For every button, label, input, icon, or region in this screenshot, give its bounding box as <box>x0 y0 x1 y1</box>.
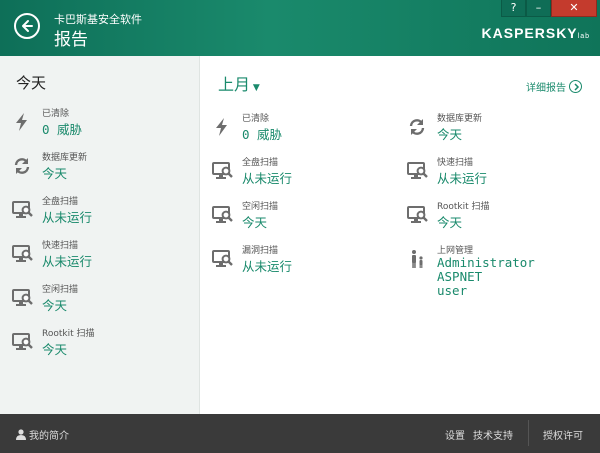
stat-value: 今天 <box>42 298 68 313</box>
period-dropdown[interactable]: 上月 ▼ <box>218 71 260 95</box>
scan-monitor-icon <box>12 200 34 220</box>
account-name: ASPNET <box>437 269 483 284</box>
scan-monitor-icon <box>212 161 234 181</box>
scan-monitor-icon <box>12 244 34 264</box>
lightning-icon <box>12 112 34 132</box>
stat-value: 今天 <box>42 166 68 181</box>
my-profile-label: 我的简介 <box>29 431 69 442</box>
stat-label: 已清除 <box>42 109 70 119</box>
stat-value: 从未运行 <box>42 254 93 269</box>
help-button[interactable]: ? <box>501 0 526 17</box>
stat-value: 0 威胁 <box>242 127 283 142</box>
detailed-report-link[interactable]: 详细报告 <box>526 78 582 94</box>
stat-value: 从未运行 <box>437 171 488 186</box>
stat-value: 从未运行 <box>242 259 293 274</box>
my-profile-link[interactable]: 我的简介 <box>16 427 69 442</box>
scan-monitor-icon <box>212 249 234 269</box>
stat-label: 快速扫描 <box>42 241 79 251</box>
today-panel: 今天 <box>0 56 200 414</box>
kaspersky-logo: KASPERSKYlab <box>482 25 590 41</box>
stat-label: 快速扫描 <box>437 158 474 168</box>
footer-divider <box>528 420 529 446</box>
account-name: user <box>437 283 468 298</box>
brand-suffix: lab <box>577 33 590 40</box>
stat-label: Rootkit 扫描 <box>42 329 95 339</box>
stat-label: 数据库更新 <box>437 114 483 124</box>
stat-value: 今天 <box>42 342 68 357</box>
lightning-icon <box>212 117 234 137</box>
stat-label: Rootkit 扫描 <box>437 202 490 212</box>
period-label: 上月 <box>218 75 251 94</box>
page-title: 报告 <box>54 30 88 50</box>
detailed-report-label: 详细报告 <box>526 83 566 94</box>
support-link[interactable]: 技术支持 <box>473 427 513 442</box>
today-title: 今天 <box>16 74 47 92</box>
brand-text: KASPERSKY <box>481 25 578 41</box>
title-bar: 卡巴斯基安全软件 报告 KASPERSKYlab ? – ✕ <box>0 0 600 56</box>
stat-label: 数据库更新 <box>42 153 88 163</box>
chevron-right-icon <box>569 80 582 93</box>
stat-value: 今天 <box>437 127 463 142</box>
window-controls: ? – ✕ <box>501 0 597 17</box>
stat-label: 空闲扫描 <box>242 202 279 212</box>
stat-label: 全盘扫描 <box>242 158 279 168</box>
scan-monitor-icon <box>12 288 34 308</box>
stat-label: 空闲扫描 <box>42 285 79 295</box>
chevron-down-icon: ▼ <box>250 83 260 93</box>
stat-value: 从未运行 <box>42 210 93 225</box>
close-button[interactable]: ✕ <box>551 0 597 17</box>
stat-label: 全盘扫描 <box>42 197 79 207</box>
license-link[interactable]: 授权许可 <box>543 427 583 442</box>
scan-monitor-icon <box>407 161 429 181</box>
stat-label: 漏洞扫描 <box>242 246 279 256</box>
parental-control-icon <box>407 249 429 269</box>
stat-value: 从未运行 <box>242 171 293 186</box>
stat-value: 今天 <box>242 215 268 230</box>
account-name: Administrator <box>437 255 535 270</box>
refresh-icon <box>12 156 34 176</box>
scan-monitor-icon <box>12 332 34 352</box>
minimize-button[interactable]: – <box>526 0 551 17</box>
stat-value: Administrator ASPNET user <box>437 256 535 298</box>
stat-label: 已清除 <box>242 114 270 124</box>
footer-bar: 我的简介 设置 技术支持 授权许可 <box>0 414 600 453</box>
arrow-left-icon <box>22 20 33 32</box>
settings-link[interactable]: 设置 <box>445 427 465 442</box>
back-button[interactable] <box>14 13 40 39</box>
scan-monitor-icon <box>212 205 234 225</box>
scan-monitor-icon <box>407 205 429 225</box>
stat-value: 0 威胁 <box>42 122 83 137</box>
stat-value: 今天 <box>437 215 463 230</box>
refresh-icon <box>407 117 429 137</box>
user-icon <box>16 429 26 440</box>
